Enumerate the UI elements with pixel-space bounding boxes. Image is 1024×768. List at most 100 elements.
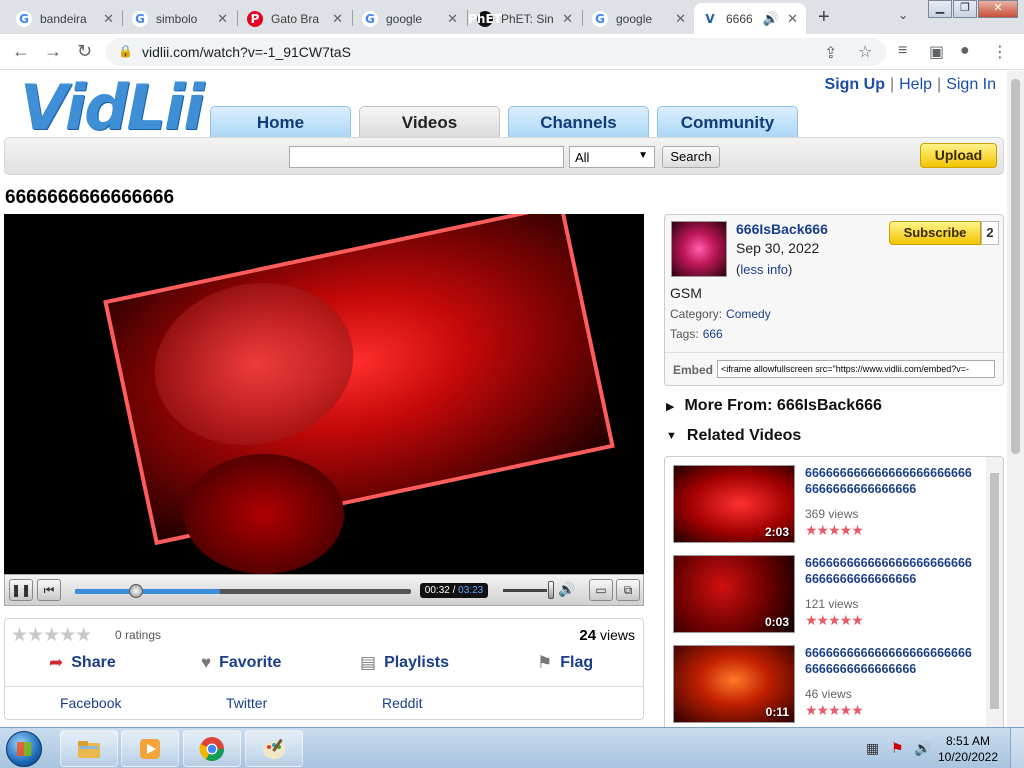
page-scrollbar[interactable] bbox=[1007, 71, 1024, 727]
close-icon[interactable]: ✕ bbox=[217, 11, 228, 27]
taskbar-media-player[interactable] bbox=[121, 730, 179, 767]
share-facebook-link[interactable]: Facebook bbox=[60, 695, 121, 711]
network-icon[interactable]: ▦ bbox=[866, 740, 879, 757]
uploader-avatar[interactable] bbox=[671, 221, 727, 277]
more-from-header[interactable]: ▶ More From: 666IsBack666 bbox=[666, 397, 882, 415]
vidlii-logo[interactable]: VidLii bbox=[20, 73, 205, 143]
video-player[interactable] bbox=[4, 214, 644, 574]
new-tab-button[interactable]: + bbox=[818, 6, 830, 29]
page-scrollbar-thumb[interactable] bbox=[1011, 79, 1020, 454]
browser-tab-5[interactable]: PhET PhET: Sin ✕ bbox=[468, 3, 581, 34]
browser-tab-1[interactable]: G bandeira ✕ bbox=[8, 3, 122, 34]
related-video-item[interactable]: 0:03 66666666666666666666666666666666666… bbox=[673, 555, 983, 635]
close-icon[interactable]: ✕ bbox=[562, 11, 573, 27]
related-video-thumbnail[interactable]: 0:11 bbox=[673, 645, 795, 723]
action-center-icon[interactable]: ⚑ bbox=[891, 740, 904, 757]
search-category-select[interactable]: All ▼ bbox=[569, 146, 655, 168]
tab-search-chevron-icon[interactable]: ⌄ bbox=[898, 8, 908, 22]
related-video-thumbnail[interactable]: 0:03 bbox=[673, 555, 795, 633]
taskbar-chrome[interactable] bbox=[183, 730, 241, 767]
nav-tab-channels[interactable]: Channels bbox=[508, 106, 649, 139]
share-icon[interactable]: ⇪ bbox=[824, 43, 837, 63]
search-input[interactable] bbox=[289, 146, 564, 168]
back-arrow-icon[interactable]: ← bbox=[12, 41, 30, 62]
nav-tab-videos[interactable]: Videos bbox=[359, 106, 500, 139]
speaker-icon[interactable]: 🔊 bbox=[763, 11, 779, 27]
sign-up-link[interactable]: Sign Up bbox=[825, 76, 885, 93]
browser-tab-6[interactable]: G google ✕ bbox=[584, 3, 694, 34]
share-button[interactable]: ➦ Share bbox=[49, 653, 116, 673]
reload-icon[interactable]: ↻ bbox=[77, 41, 92, 62]
minimize-button[interactable]: ▁ bbox=[928, 0, 952, 18]
flag-icon: ⚑ bbox=[537, 653, 553, 672]
playlists-button[interactable]: ▤ Playlists bbox=[360, 653, 449, 673]
address-bar[interactable]: 🔒 vidlii.com/watch?v=-1_91CW7taS ⇪ ☆ bbox=[106, 38, 886, 66]
menu-icon[interactable]: ⋮ bbox=[992, 42, 1008, 62]
seek-bar[interactable] bbox=[75, 584, 411, 598]
media-control-icon[interactable]: ≡ bbox=[898, 42, 907, 60]
close-window-button[interactable]: ✕ bbox=[978, 0, 1018, 18]
related-video-title[interactable]: 6666666666666666666666666666666666666666 bbox=[805, 465, 975, 497]
google-icon: G bbox=[132, 10, 148, 27]
embed-code-field[interactable]: <iframe allowfullscreen src="https://www… bbox=[717, 360, 995, 378]
category-link[interactable]: Comedy bbox=[726, 307, 771, 321]
profile-icon[interactable]: ● bbox=[960, 42, 970, 60]
related-video-item[interactable]: 0:11 66666666666666666666666666666666666… bbox=[673, 645, 983, 725]
pause-button[interactable]: ❚❚ bbox=[9, 579, 33, 601]
browser-tab-3[interactable]: P Gato Bra ✕ bbox=[239, 3, 351, 34]
tag-link[interactable]: 666 bbox=[703, 327, 723, 341]
help-link[interactable]: Help bbox=[899, 76, 932, 93]
taskbar-explorer[interactable] bbox=[60, 730, 118, 767]
bookmark-star-icon[interactable]: ☆ bbox=[858, 42, 872, 62]
favorite-button[interactable]: ♥ Favorite bbox=[201, 653, 281, 673]
related-scrollbar[interactable] bbox=[986, 457, 1003, 727]
start-button[interactable] bbox=[6, 731, 42, 767]
more-from-title: More From: 666IsBack666 bbox=[684, 397, 882, 414]
forward-arrow-icon[interactable]: → bbox=[44, 41, 62, 62]
fullscreen-icon[interactable]: ⧉ bbox=[616, 579, 640, 601]
tab-title: 6666 bbox=[726, 11, 753, 26]
browser-tab-active[interactable]: V 6666 🔊 ✕ bbox=[694, 3, 806, 34]
theater-mode-icon[interactable]: ▭ bbox=[589, 579, 613, 601]
volume-slider[interactable] bbox=[503, 589, 547, 592]
related-scrollbar-thumb[interactable] bbox=[990, 473, 999, 709]
volume-handle[interactable] bbox=[548, 581, 554, 599]
nav-tab-community[interactable]: Community bbox=[657, 106, 798, 139]
system-clock[interactable]: 8:51 AM 10/20/2022 bbox=[928, 733, 1008, 765]
tab-separator bbox=[352, 10, 353, 26]
close-icon[interactable]: ✕ bbox=[447, 11, 458, 27]
browser-tab-4[interactable]: G google ✕ bbox=[354, 3, 466, 34]
close-icon[interactable]: ✕ bbox=[332, 11, 343, 27]
flag-button[interactable]: ⚑ Flag bbox=[537, 653, 593, 673]
previous-button[interactable]: ⏮ bbox=[37, 579, 61, 601]
taskbar-paint[interactable] bbox=[245, 730, 303, 767]
view-number: 24 bbox=[579, 627, 597, 644]
close-icon[interactable]: ✕ bbox=[675, 11, 686, 27]
related-video-title[interactable]: 6666666666666666666666666666666666666666 bbox=[805, 645, 975, 677]
seek-handle[interactable] bbox=[129, 584, 143, 598]
close-icon[interactable]: ✕ bbox=[103, 11, 114, 27]
ratings-count: 0 ratings bbox=[115, 628, 162, 642]
related-video-thumbnail[interactable]: 2:03 bbox=[673, 465, 795, 543]
nav-tab-home[interactable]: Home bbox=[210, 106, 351, 139]
tab-title: PhET: Sin bbox=[501, 11, 554, 26]
share-reddit-link[interactable]: Reddit bbox=[382, 695, 422, 711]
less-info-link[interactable]: less info bbox=[740, 262, 788, 277]
share-twitter-link[interactable]: Twitter bbox=[226, 695, 267, 711]
uploader-name-link[interactable]: 666IsBack666 bbox=[736, 221, 828, 237]
related-videos-header[interactable]: ▼ Related Videos bbox=[666, 427, 801, 445]
related-video-title[interactable]: 6666666666666666666666666666666666666666 bbox=[805, 555, 975, 587]
sign-in-link[interactable]: Sign In bbox=[946, 76, 996, 93]
related-video-item[interactable]: 2:03 66666666666666666666666666666666666… bbox=[673, 465, 983, 545]
browser-tab-2[interactable]: G simbolo ✕ bbox=[124, 3, 236, 34]
rating-stars[interactable]: ★★★★★ bbox=[11, 624, 92, 647]
volume-icon[interactable]: 🔊 bbox=[558, 581, 575, 598]
phet-icon: PhET bbox=[468, 10, 502, 27]
subscribe-button[interactable]: Subscribe bbox=[889, 221, 981, 245]
show-desktop-button[interactable] bbox=[1010, 728, 1024, 768]
upload-button[interactable]: Upload bbox=[920, 143, 997, 168]
maximize-button[interactable]: ❐ bbox=[953, 0, 977, 18]
close-icon[interactable]: ✕ bbox=[787, 11, 798, 27]
side-panel-icon[interactable]: ▣ bbox=[929, 42, 944, 62]
search-button[interactable]: Search bbox=[662, 146, 720, 168]
